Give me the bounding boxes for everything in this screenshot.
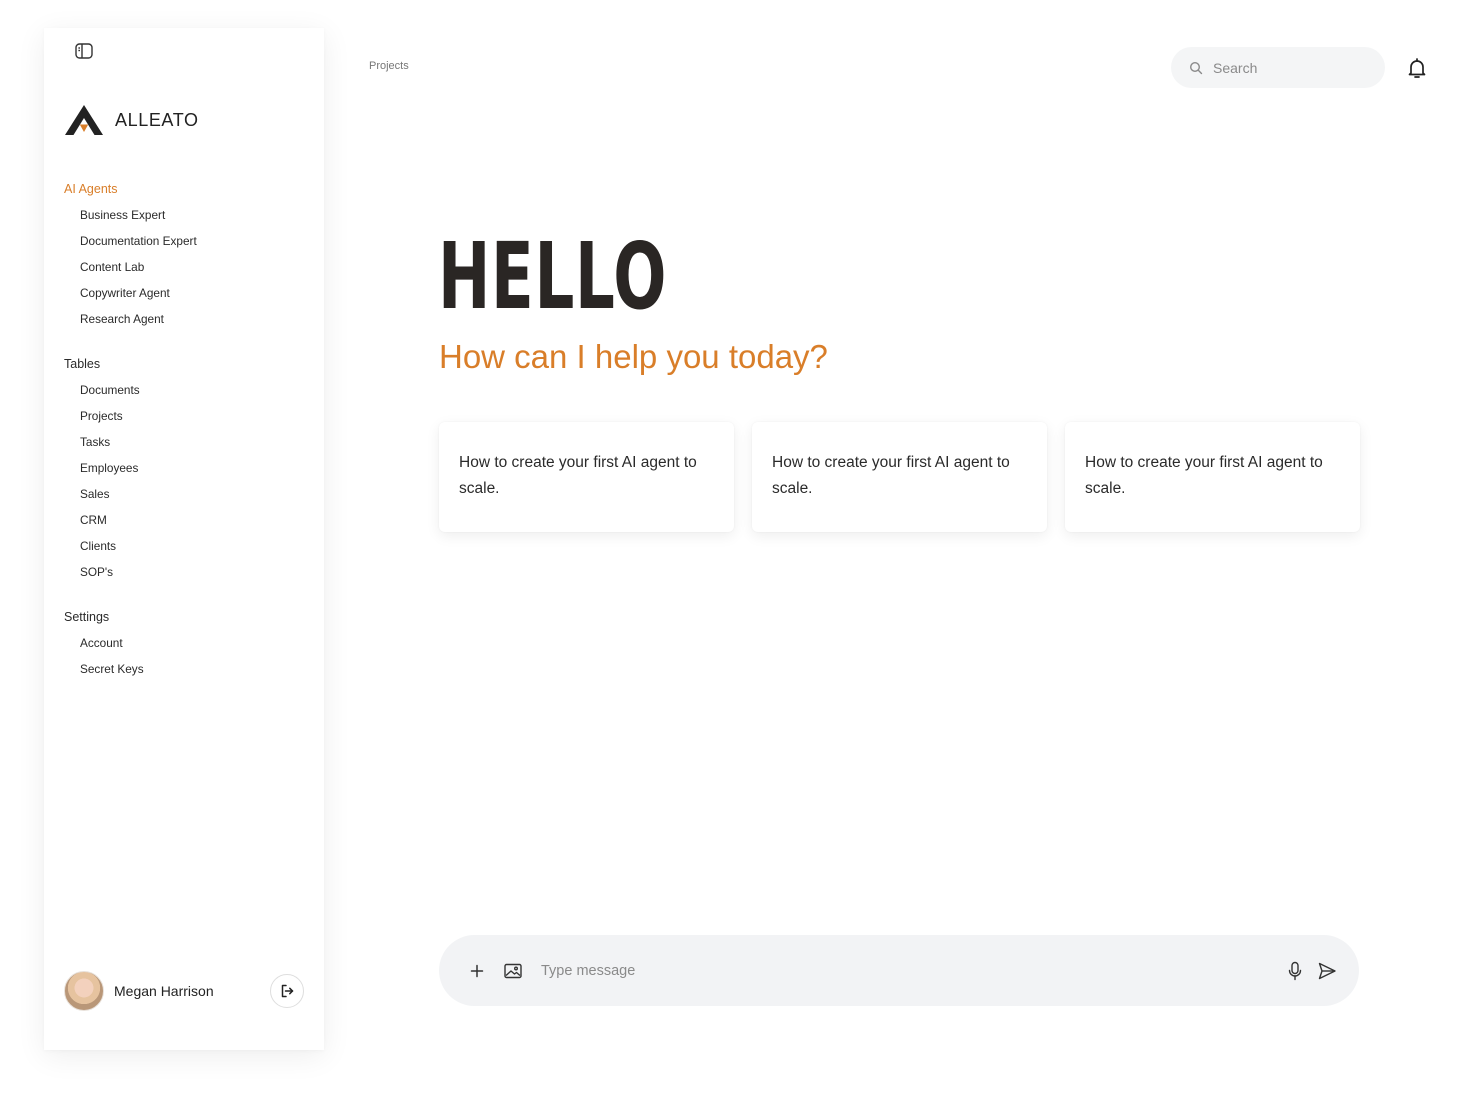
user-name: Megan Harrison xyxy=(114,983,214,999)
nav-header-tables[interactable]: Tables xyxy=(64,355,304,373)
greeting-subtitle: How can I help you today? xyxy=(439,338,828,375)
nav-item-projects[interactable]: Projects xyxy=(64,407,304,433)
nav-header-ai-agents[interactable]: AI Agents xyxy=(64,180,304,198)
nav-item-crm[interactable]: CRM xyxy=(64,511,304,537)
send-button[interactable] xyxy=(1315,959,1339,983)
sidebar-toggle-icon xyxy=(75,43,93,59)
image-icon xyxy=(504,963,522,978)
voice-input-button[interactable] xyxy=(1283,959,1307,983)
nav-item-employees[interactable]: Employees xyxy=(64,459,304,485)
sidebar-toggle-button[interactable] xyxy=(74,42,94,60)
send-icon xyxy=(1318,962,1336,979)
alleato-logo xyxy=(65,105,103,135)
nav-item-clients[interactable]: Clients xyxy=(64,537,304,563)
suggestion-card[interactable]: How to create your first AI agent to sca… xyxy=(439,422,734,532)
brand[interactable]: ALLEATO xyxy=(64,104,199,136)
suggestion-card[interactable]: How to create your first AI agent to sca… xyxy=(752,422,1047,532)
logout-button[interactable] xyxy=(270,974,304,1008)
plus-icon xyxy=(470,964,484,977)
avatar[interactable] xyxy=(64,971,104,1011)
nav-item-documents[interactable]: Documents xyxy=(64,381,304,407)
logout-icon xyxy=(281,984,294,998)
nav-item-sops[interactable]: SOP's xyxy=(64,563,304,589)
nav-item-business-expert[interactable]: Business Expert xyxy=(64,206,304,232)
nav-header-settings[interactable]: Settings xyxy=(64,608,304,626)
greeting-heading: HELLO xyxy=(438,223,668,330)
message-input[interactable] xyxy=(541,962,1283,979)
nav-section-ai-agents: AI Agents Business Expert Documentation … xyxy=(64,180,304,336)
nav-item-research-agent[interactable]: Research Agent xyxy=(64,310,304,336)
bell-icon xyxy=(1408,58,1426,78)
nav-section-settings: Settings Account Secret Keys xyxy=(64,608,304,686)
search-input[interactable] xyxy=(1213,59,1363,76)
nav-section-tables: Tables Documents Projects Tasks Employee… xyxy=(64,355,304,589)
microphone-icon xyxy=(1288,961,1302,980)
nav-item-secret-keys[interactable]: Secret Keys xyxy=(64,660,304,686)
search-bar[interactable] xyxy=(1171,47,1385,88)
add-image-button[interactable] xyxy=(501,959,525,983)
nav-item-account[interactable]: Account xyxy=(64,634,304,660)
sidebar: ALLEATO AI Agents Business Expert Docume… xyxy=(44,28,324,1050)
breadcrumb[interactable]: Projects xyxy=(369,60,409,72)
nav-item-sales[interactable]: Sales xyxy=(64,485,304,511)
nav-item-documentation-expert[interactable]: Documentation Expert xyxy=(64,232,304,258)
suggestion-cards: How to create your first AI agent to sca… xyxy=(439,422,1360,532)
user-profile: Megan Harrison xyxy=(64,970,304,1012)
nav-item-copywriter-agent[interactable]: Copywriter Agent xyxy=(64,284,304,310)
nav-item-tasks[interactable]: Tasks xyxy=(64,433,304,459)
nav-item-content-lab[interactable]: Content Lab xyxy=(64,258,304,284)
notifications-button[interactable] xyxy=(1405,56,1429,80)
brand-name: ALLEATO xyxy=(115,109,199,130)
message-composer xyxy=(439,935,1359,1006)
suggestion-card[interactable]: How to create your first AI agent to sca… xyxy=(1065,422,1360,532)
add-attachment-button[interactable] xyxy=(465,959,489,983)
search-icon xyxy=(1189,61,1203,74)
